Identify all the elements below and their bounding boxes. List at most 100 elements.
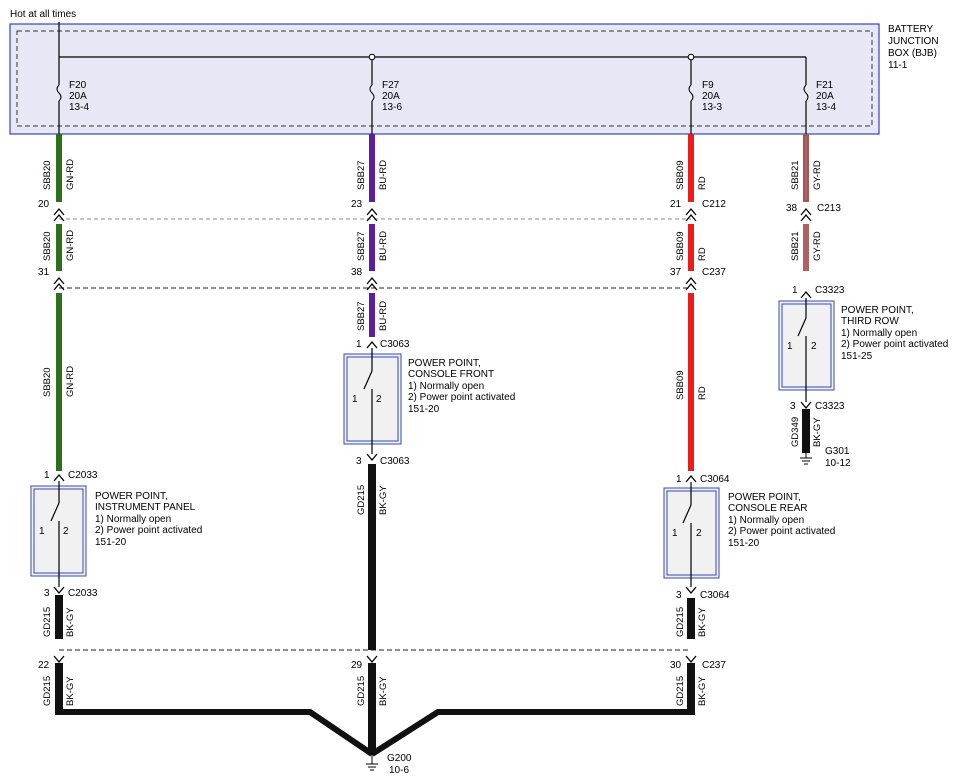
- connector-id: C212: [702, 199, 726, 210]
- switch-pin-label: 1: [787, 341, 793, 352]
- ground-ref: 10-6: [389, 765, 409, 776]
- device-state: 1) Normally open: [408, 381, 484, 392]
- wire-circuit-label: GD215: [675, 607, 686, 637]
- pin-number: 38: [351, 267, 363, 278]
- wire-circuit-label: GD215: [356, 485, 367, 515]
- fuse-ref: 13-3: [702, 102, 722, 113]
- pin-number: 37: [670, 267, 682, 278]
- wire-circuit-label: SBB21: [790, 160, 801, 190]
- connector-id: C3063: [380, 339, 410, 350]
- device-ref: 151-20: [95, 537, 127, 548]
- wiring-diagram: Hot at all times BATTERY JUNCTION BOX (B…: [9, 9, 948, 776]
- switch-pin-label: 1: [39, 526, 45, 537]
- pin-number: 22: [38, 660, 50, 671]
- fuse-rating: 20A: [702, 91, 720, 102]
- connector-chevron-icon: [685, 213, 697, 222]
- ground-name: G200: [387, 753, 412, 764]
- bus-splice-dot: [687, 53, 695, 61]
- wire-segment: [56, 134, 62, 202]
- fuse-name: F21: [816, 80, 834, 91]
- wire-color-label: BK-GY: [378, 676, 389, 706]
- connector-chevron-icon: [366, 340, 378, 349]
- pin-number: 30: [670, 660, 682, 671]
- device-ref: 151-25: [841, 351, 873, 362]
- circuit-console-front: SBB27 BU-RD SBB27 BU-RD SBB27 BU-RD 23 3…: [343, 134, 515, 749]
- ground-bus: [56, 709, 694, 757]
- wire-segment: [687, 598, 695, 639]
- device-ref: 151-20: [408, 404, 440, 415]
- bjb-label: BATTERY JUNCTION BOX (BJB) 11-1: [888, 24, 939, 71]
- bjb-label-line2: JUNCTION: [888, 36, 939, 47]
- wire-circuit-label: SBB27: [356, 231, 367, 261]
- wire-color-label: BK-GY: [697, 607, 708, 637]
- device-state: 2) Power point activated: [408, 392, 515, 403]
- wire-circuit-label: SBB20: [42, 367, 53, 397]
- power-source-label: Hot at all times: [10, 9, 76, 20]
- wire-segment: [688, 134, 694, 202]
- wire-circuit-label: SBB21: [790, 231, 801, 261]
- device-state: 2) Power point activated: [728, 526, 835, 537]
- wire-segment: [803, 224, 809, 271]
- device-name: POWER POINT,: [408, 358, 481, 369]
- connector-chevron-icon: [685, 586, 697, 595]
- connector-id: C3064: [700, 590, 730, 601]
- wire-segment: [55, 663, 63, 715]
- wire-color-label: GN-RD: [65, 230, 76, 261]
- connector-id: C237: [702, 267, 726, 278]
- device-name: THIRD ROW: [841, 316, 899, 327]
- connector-chevron-icon: [53, 282, 65, 291]
- connector-id: C3064: [700, 474, 730, 485]
- main-ground-icon: [366, 754, 378, 771]
- wire-color-label: BK-GY: [812, 417, 823, 447]
- connector-chevron-icon: [800, 401, 812, 410]
- connector-id: C3063: [380, 456, 410, 467]
- fuse-ref: 13-4: [69, 102, 89, 113]
- connector-id: C3323: [815, 285, 845, 296]
- fuse-ref: 13-4: [816, 102, 836, 113]
- wire-color-label: GN-RD: [65, 159, 76, 190]
- device-name: CONSOLE FRONT: [408, 369, 494, 380]
- bjb-label-line3: BOX (BJB): [888, 48, 937, 59]
- pin-number: 31: [38, 267, 50, 278]
- switch-pin-label: 2: [811, 341, 817, 352]
- connector-id: C237: [702, 660, 726, 671]
- bus-splice-dot: [368, 53, 376, 61]
- switch-pin-label: 2: [376, 394, 382, 405]
- connector-chevron-icon: [685, 474, 697, 483]
- pin-number: 29: [351, 660, 363, 671]
- wire-color-label: GY-RD: [812, 160, 823, 190]
- pin-number: 23: [351, 199, 363, 210]
- wire-color-label: BU-RD: [378, 301, 389, 331]
- connector-chevron-icon: [53, 586, 65, 595]
- fuse-rating: 20A: [816, 91, 834, 102]
- switch-pin-label: 2: [696, 528, 702, 539]
- device-name: POWER POINT,: [728, 492, 801, 503]
- pin-number: 1: [356, 339, 362, 350]
- wire-segment: [55, 595, 63, 639]
- wire-segment: [802, 409, 810, 453]
- connector-chevron-icon: [685, 282, 697, 291]
- battery-junction-box: [9, 23, 880, 135]
- device-state: 2) Power point activated: [841, 339, 948, 350]
- wire-circuit-label: SBB20: [42, 231, 53, 261]
- wire-color-label: BU-RD: [378, 231, 389, 261]
- wire-color-label: BU-RD: [378, 160, 389, 190]
- pin-number: 1: [792, 285, 798, 296]
- fuse-rating: 20A: [69, 91, 87, 102]
- wire-segment: [369, 293, 375, 337]
- connector-chevron-icon: [366, 213, 378, 222]
- wire-circuit-label: GD215: [42, 607, 53, 637]
- device-name: POWER POINT,: [95, 491, 168, 502]
- connector-chevron-icon: [53, 213, 65, 222]
- wire-segment: [369, 134, 375, 202]
- connector-chevron-icon: [53, 473, 65, 482]
- wire-color-label: BK-GY: [65, 607, 76, 637]
- device-ref: 151-20: [728, 538, 760, 549]
- wire-color-label: BK-GY: [378, 485, 389, 515]
- wire-color-label: BK-GY: [65, 676, 76, 706]
- connector-chevron-icon: [800, 213, 812, 222]
- circuit-third-row: SBB21 GY-RD SBB21 GY-RD 38 C213 1 C3323 …: [778, 134, 948, 469]
- wire-color-label: GN-RD: [65, 366, 76, 397]
- fuse-name: F20: [69, 80, 87, 91]
- connector-id: C2033: [68, 588, 98, 599]
